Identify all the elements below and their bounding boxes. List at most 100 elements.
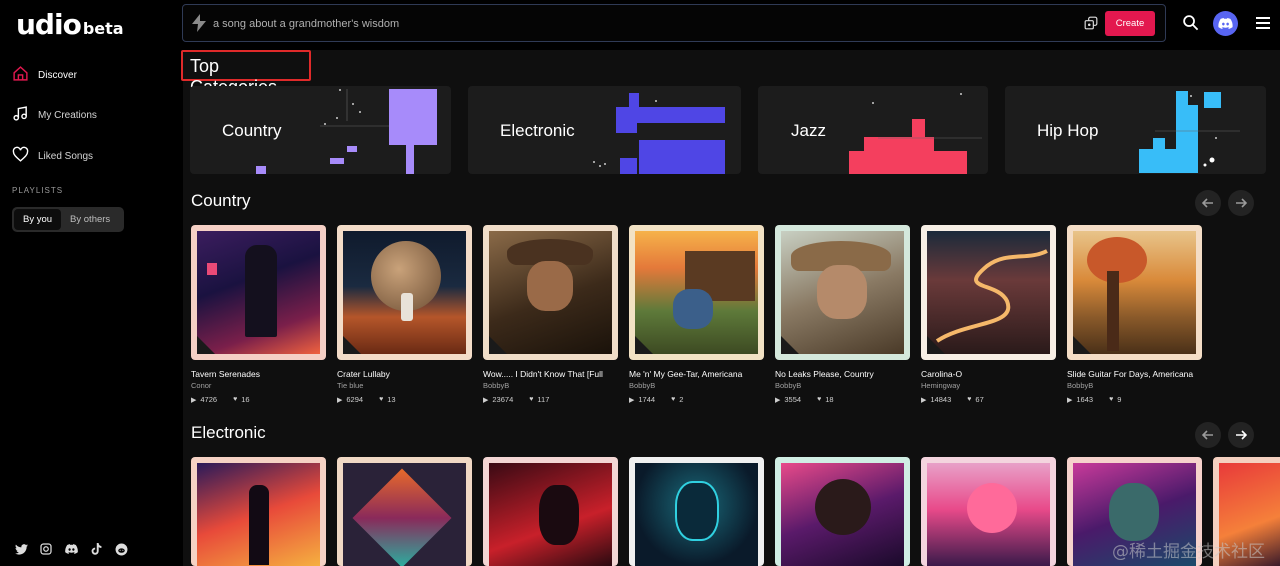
play-icon: ▶ — [1067, 396, 1073, 404]
heart-icon: ♥ — [671, 396, 676, 403]
prompt-input[interactable] — [213, 14, 1073, 34]
discord-icon[interactable] — [64, 542, 78, 556]
play-icon: ▶ — [921, 396, 927, 404]
arrow-left-icon — [1202, 198, 1213, 208]
song-cover[interactable] — [483, 225, 618, 360]
song-title[interactable]: Wow..... I Didn't Know That [Full — [483, 369, 619, 379]
song-stats: ▶ 23674 ♥ 117 — [483, 395, 619, 404]
arrow-right-icon — [1236, 430, 1247, 440]
song-card[interactable]: Carolina-O Hemingway ▶ 14843 ♥ 67 — [921, 225, 1057, 404]
song-card[interactable]: Slide Guitar For Days, Americana BobbyB … — [1067, 225, 1203, 404]
social-links — [14, 542, 128, 556]
sidebar-item-liked-songs[interactable]: Liked Songs — [12, 146, 93, 166]
heart-icon: ♥ — [967, 396, 972, 403]
search-icon[interactable] — [1182, 14, 1199, 36]
like-count: 67 — [975, 395, 984, 404]
arrow-left-icon — [1202, 430, 1213, 440]
electronic-next-button[interactable] — [1228, 422, 1254, 448]
song-cover[interactable] — [1067, 225, 1202, 360]
playlist-owner-toggle: By you By others — [12, 207, 124, 232]
electronic-prev-button[interactable] — [1195, 422, 1221, 448]
sidebar: udio beta Discover My Creations Liked So… — [0, 0, 183, 566]
play-icon: ▶ — [775, 396, 781, 404]
song-stats: ▶ 1643 ♥ 9 — [1067, 395, 1203, 404]
category-card-jazz[interactable]: Jazz — [758, 86, 988, 174]
song-cover[interactable] — [337, 225, 472, 360]
hamburger-menu-icon[interactable] — [1256, 16, 1270, 34]
song-cover[interactable] — [629, 225, 764, 360]
song-title[interactable]: Slide Guitar For Days, Americana — [1067, 369, 1203, 379]
song-artist[interactable]: Tie blue — [337, 381, 473, 390]
song-stats: ▶ 4726 ♥ 16 — [191, 395, 327, 404]
song-cover[interactable] — [191, 225, 326, 360]
home-icon — [12, 65, 29, 85]
section-title-electronic: Electronic — [191, 423, 266, 442]
song-title[interactable]: Tavern Serenades — [191, 369, 327, 379]
song-cover[interactable] — [483, 457, 618, 566]
song-title[interactable]: No Leaks Please, Country — [775, 369, 911, 379]
logo-beta: beta — [82, 19, 124, 38]
song-artist[interactable]: BobbyB — [483, 381, 619, 390]
category-card-country[interactable]: Country — [190, 86, 451, 174]
play-icon: ▶ — [191, 396, 197, 404]
play-count: 6294 — [346, 395, 364, 404]
category-label: Jazz — [791, 121, 826, 140]
twitter-icon[interactable] — [14, 542, 28, 556]
category-card-hip-hop[interactable]: Hip Hop — [1005, 86, 1266, 174]
like-count: 13 — [387, 395, 396, 404]
song-artist[interactable]: Conor — [191, 381, 327, 390]
like-count: 9 — [1117, 395, 1122, 404]
song-cover[interactable] — [921, 457, 1056, 566]
logo[interactable]: udio beta — [16, 8, 124, 41]
song-cover[interactable] — [775, 225, 910, 360]
play-icon: ▶ — [629, 396, 635, 404]
toggle-by-you[interactable]: By you — [14, 209, 62, 230]
sidebar-item-discover[interactable]: Discover — [12, 65, 77, 85]
avatar[interactable] — [1213, 11, 1238, 36]
song-cover[interactable] — [191, 457, 326, 566]
song-artist[interactable]: BobbyB — [1067, 381, 1203, 390]
song-stats: ▶ 14843 ♥ 67 — [921, 395, 1057, 404]
song-card[interactable]: Tavern Serenades Conor ▶ 4726 ♥ 16 — [191, 225, 327, 404]
song-cover[interactable] — [337, 457, 472, 566]
watermark-text: @稀土掘金技术社区 — [1112, 542, 1265, 562]
song-artist[interactable]: BobbyB — [775, 381, 911, 390]
category-label: Country — [222, 121, 282, 140]
toggle-by-others[interactable]: By others — [61, 209, 119, 230]
heart-icon: ♥ — [1109, 396, 1114, 403]
tiktok-icon[interactable] — [89, 542, 103, 556]
play-count: 1643 — [1076, 395, 1094, 404]
play-count: 1744 — [638, 395, 656, 404]
country-prev-button[interactable] — [1195, 190, 1221, 216]
like-count: 16 — [241, 395, 250, 404]
reddit-icon[interactable] — [114, 542, 128, 556]
song-cover[interactable] — [629, 457, 764, 566]
playlists-heading: PLAYLISTS — [12, 186, 64, 195]
heart-icon: ♥ — [379, 396, 384, 403]
play-icon: ▶ — [337, 396, 343, 404]
song-card[interactable]: Me 'n' My Gee-Tar, Americana BobbyB ▶ 174… — [629, 225, 765, 404]
prompt-bar: Create — [182, 4, 1166, 42]
song-title[interactable]: Me 'n' My Gee-Tar, Americana — [629, 369, 765, 379]
category-card-electronic[interactable]: Electronic — [468, 86, 741, 174]
song-card[interactable]: Wow..... I Didn't Know That [Full BobbyB… — [483, 225, 619, 404]
song-card[interactable]: No Leaks Please, Country BobbyB ▶ 3554 ♥ 1… — [775, 225, 911, 404]
play-icon: ▶ — [483, 396, 489, 404]
sidebar-item-my-creations[interactable]: My Creations — [12, 105, 97, 125]
like-count: 2 — [679, 395, 684, 404]
song-cover[interactable] — [921, 225, 1056, 360]
category-label: Electronic — [500, 121, 575, 140]
arrow-right-icon — [1236, 198, 1247, 208]
song-cover[interactable] — [775, 457, 910, 566]
main-content: Top Categories Country — [181, 50, 1280, 566]
lightning-icon — [192, 14, 206, 37]
song-title[interactable]: Crater Lullaby — [337, 369, 473, 379]
instagram-icon[interactable] — [39, 542, 53, 556]
dice-icon[interactable] — [1084, 16, 1098, 35]
song-card[interactable]: Crater Lullaby Tie blue ▶ 6294 ♥ 13 — [337, 225, 473, 404]
song-title[interactable]: Carolina-O — [921, 369, 1057, 379]
create-button[interactable]: Create — [1105, 11, 1155, 36]
song-artist[interactable]: BobbyB — [629, 381, 765, 390]
song-artist[interactable]: Hemingway — [921, 381, 1057, 390]
country-next-button[interactable] — [1228, 190, 1254, 216]
